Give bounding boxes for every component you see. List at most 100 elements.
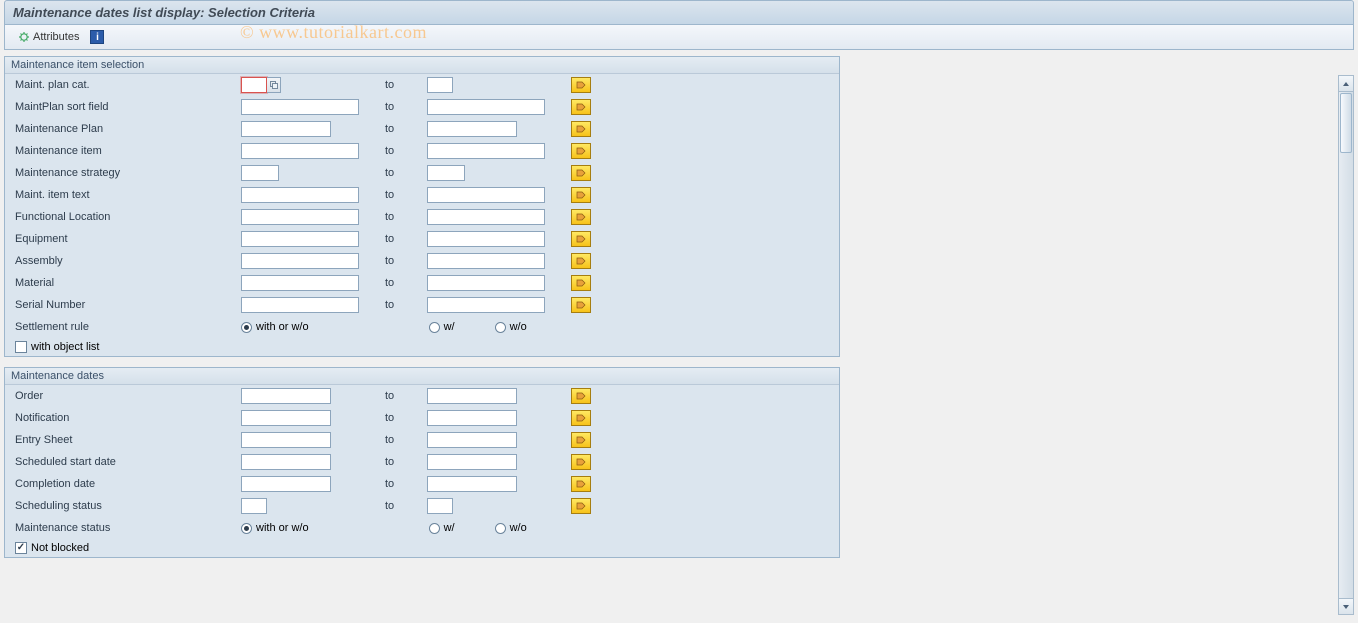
attributes-button[interactable]: Attributes <box>13 29 84 45</box>
to-input[interactable] <box>427 476 517 492</box>
to-label: to <box>381 233 427 245</box>
multiple-selection-button[interactable] <box>571 454 591 470</box>
from-input[interactable] <box>241 77 267 93</box>
to-input[interactable] <box>427 275 545 291</box>
to-input[interactable] <box>427 231 545 247</box>
from-input[interactable] <box>241 432 331 448</box>
page-title-text: Maintenance dates list display: Selectio… <box>13 5 315 20</box>
to-input[interactable] <box>427 143 545 159</box>
multiple-selection-button[interactable] <box>571 297 591 313</box>
multiple-selection-button[interactable] <box>571 231 591 247</box>
selection-row: Maintenance strategyto <box>5 162 839 184</box>
with-object-list-checkbox[interactable]: with object list <box>5 338 839 356</box>
to-label: to <box>381 412 427 424</box>
toolbar: Attributes i © www.tutorialkart.com <box>4 25 1354 50</box>
from-input[interactable] <box>241 165 279 181</box>
to-input[interactable] <box>427 121 517 137</box>
to-label: to <box>381 167 427 179</box>
group1-title: Maintenance item selection <box>5 57 839 74</box>
multiple-selection-button[interactable] <box>571 432 591 448</box>
to-input[interactable] <box>427 187 545 203</box>
multiple-selection-button[interactable] <box>571 165 591 181</box>
settlement-rule-label: Settlement rule <box>11 321 241 333</box>
from-input[interactable] <box>241 454 331 470</box>
to-input[interactable] <box>427 297 545 313</box>
to-input[interactable] <box>427 77 453 93</box>
maintenance-status-radio[interactable]: with or w/o <box>241 522 309 534</box>
to-label: to <box>381 500 427 512</box>
to-label: to <box>381 255 427 267</box>
from-input[interactable] <box>241 476 331 492</box>
multiple-selection-button[interactable] <box>571 121 591 137</box>
multiple-selection-button[interactable] <box>571 275 591 291</box>
to-label: to <box>381 456 427 468</box>
group2-title: Maintenance dates <box>5 368 839 385</box>
multiple-selection-button[interactable] <box>571 498 591 514</box>
to-input[interactable] <box>427 99 545 115</box>
maintenance-status-radio[interactable]: w/ <box>429 522 455 534</box>
to-input[interactable] <box>427 454 517 470</box>
maintenance-status-row: Maintenance status with or w/o w/w/o <box>5 517 839 539</box>
scroll-thumb[interactable] <box>1340 93 1352 153</box>
scroll-up-button[interactable] <box>1339 76 1353 92</box>
settlement-rule-radio[interactable]: w/ <box>429 321 455 333</box>
field-label: Maint. item text <box>11 189 241 201</box>
from-input[interactable] <box>241 143 359 159</box>
to-input[interactable] <box>427 253 545 269</box>
info-icon[interactable]: i <box>90 30 104 44</box>
radio-label: w/ <box>444 321 455 333</box>
to-input[interactable] <box>427 410 517 426</box>
from-input[interactable] <box>241 410 331 426</box>
multiple-selection-button[interactable] <box>571 253 591 269</box>
scroll-down-button[interactable] <box>1339 598 1353 614</box>
to-label: to <box>381 390 427 402</box>
multiple-selection-button[interactable] <box>571 187 591 203</box>
from-input[interactable] <box>241 388 331 404</box>
to-label: to <box>381 101 427 113</box>
vertical-scrollbar[interactable] <box>1338 75 1354 615</box>
field-label: Entry Sheet <box>11 434 241 446</box>
maintenance-status-label: Maintenance status <box>11 522 241 534</box>
search-help-button[interactable] <box>267 77 281 93</box>
radio-label: w/ <box>444 522 455 534</box>
selection-row: Entry Sheetto <box>5 429 839 451</box>
to-input[interactable] <box>427 388 517 404</box>
from-input[interactable] <box>241 209 359 225</box>
multiple-selection-button[interactable] <box>571 476 591 492</box>
to-input[interactable] <box>427 209 545 225</box>
to-label: to <box>381 299 427 311</box>
multiple-selection-button[interactable] <box>571 77 591 93</box>
to-label: to <box>381 79 427 91</box>
multiple-selection-button[interactable] <box>571 99 591 115</box>
from-input[interactable] <box>241 498 267 514</box>
multiple-selection-button[interactable] <box>571 410 591 426</box>
multiple-selection-button[interactable] <box>571 388 591 404</box>
to-label: to <box>381 478 427 490</box>
multiple-selection-button[interactable] <box>571 143 591 159</box>
settlement-rule-radios: with or w/o w/w/o <box>241 321 527 333</box>
from-input[interactable] <box>241 99 359 115</box>
multiple-selection-button[interactable] <box>571 209 591 225</box>
selection-row: Maint. item textto <box>5 184 839 206</box>
content-area: Maintenance item selection Maint. plan c… <box>4 56 1354 616</box>
selection-row: Maintenance itemto <box>5 140 839 162</box>
maintenance-status-radio[interactable]: w/o <box>495 522 527 534</box>
to-input[interactable] <box>427 498 453 514</box>
checkbox-icon <box>15 542 27 554</box>
to-input[interactable] <box>427 165 465 181</box>
not-blocked-label: Not blocked <box>31 542 89 554</box>
to-input[interactable] <box>427 432 517 448</box>
from-input[interactable] <box>241 121 331 137</box>
from-input[interactable] <box>241 253 359 269</box>
field-label: Maintenance Plan <box>11 123 241 135</box>
radio-label: with or w/o <box>256 522 309 534</box>
from-input[interactable] <box>241 297 359 313</box>
from-input[interactable] <box>241 187 359 203</box>
not-blocked-checkbox[interactable]: Not blocked <box>5 539 839 557</box>
settlement-rule-radio[interactable]: w/o <box>495 321 527 333</box>
selection-row: Notificationto <box>5 407 839 429</box>
from-input[interactable] <box>241 231 359 247</box>
settlement-rule-radio[interactable]: with or w/o <box>241 321 309 333</box>
selection-row: Maint. plan cat.to <box>5 74 839 96</box>
from-input[interactable] <box>241 275 359 291</box>
